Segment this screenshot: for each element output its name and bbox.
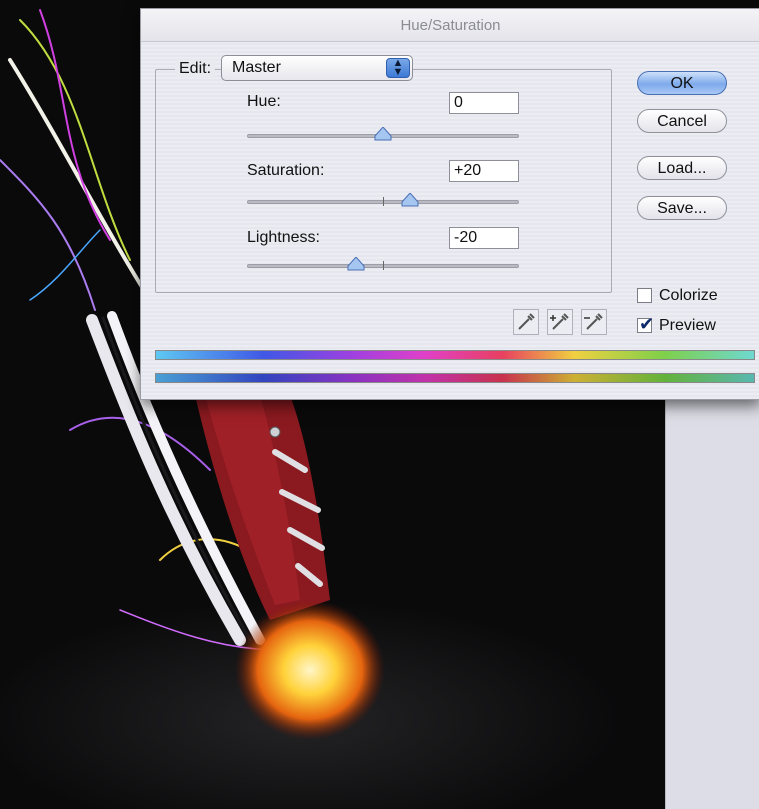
save-button[interactable]: Save... xyxy=(637,196,727,220)
lightness-center-tick xyxy=(383,261,384,270)
hue-label: Hue: xyxy=(247,93,281,110)
select-arrows-icon: ▲ ▼ xyxy=(386,58,410,78)
colorize-label: Colorize xyxy=(659,287,718,304)
checkmark-icon: ✔ xyxy=(639,314,655,334)
saturation-center-tick xyxy=(383,197,384,206)
lightness-slider-thumb[interactable] xyxy=(347,257,365,271)
output-hue-spectrum xyxy=(155,373,755,383)
hue-saturation-dialog: Hue/Saturation Edit: Master ▲ ▼ Hue: 0 Sa… xyxy=(140,8,759,400)
fireball xyxy=(235,600,385,740)
adjustment-group xyxy=(155,69,612,293)
canvas-side-panel xyxy=(665,395,759,809)
ok-button[interactable]: OK xyxy=(637,71,727,95)
edit-channel-select[interactable]: Master ▲ ▼ xyxy=(221,55,413,81)
hue-slider-thumb[interactable] xyxy=(374,127,392,141)
dialog-titlebar[interactable]: Hue/Saturation xyxy=(141,9,759,42)
input-hue-spectrum xyxy=(155,350,755,360)
cancel-button[interactable]: Cancel xyxy=(637,109,727,133)
eyedropper-tools xyxy=(513,309,609,335)
saturation-slider-thumb[interactable] xyxy=(401,193,419,207)
lightness-input[interactable]: -20 xyxy=(449,227,519,249)
edit-channel-value: Master xyxy=(232,59,281,76)
edit-label: Edit: xyxy=(175,60,216,78)
preview-checkbox[interactable]: ✔ xyxy=(637,314,655,334)
load-button[interactable]: Load... xyxy=(637,156,727,180)
saturation-input[interactable]: +20 xyxy=(449,160,519,182)
eyedropper-minus-icon[interactable] xyxy=(581,309,607,335)
dialog-title: Hue/Saturation xyxy=(400,17,501,34)
eyedropper-icon[interactable] xyxy=(513,309,539,335)
colorize-checkbox[interactable] xyxy=(637,288,652,303)
hue-input[interactable]: 0 xyxy=(449,92,519,114)
saturation-label: Saturation: xyxy=(247,162,325,179)
eyedropper-plus-icon[interactable] xyxy=(547,309,573,335)
lightness-label: Lightness: xyxy=(247,229,320,246)
preview-label: Preview xyxy=(659,317,716,334)
